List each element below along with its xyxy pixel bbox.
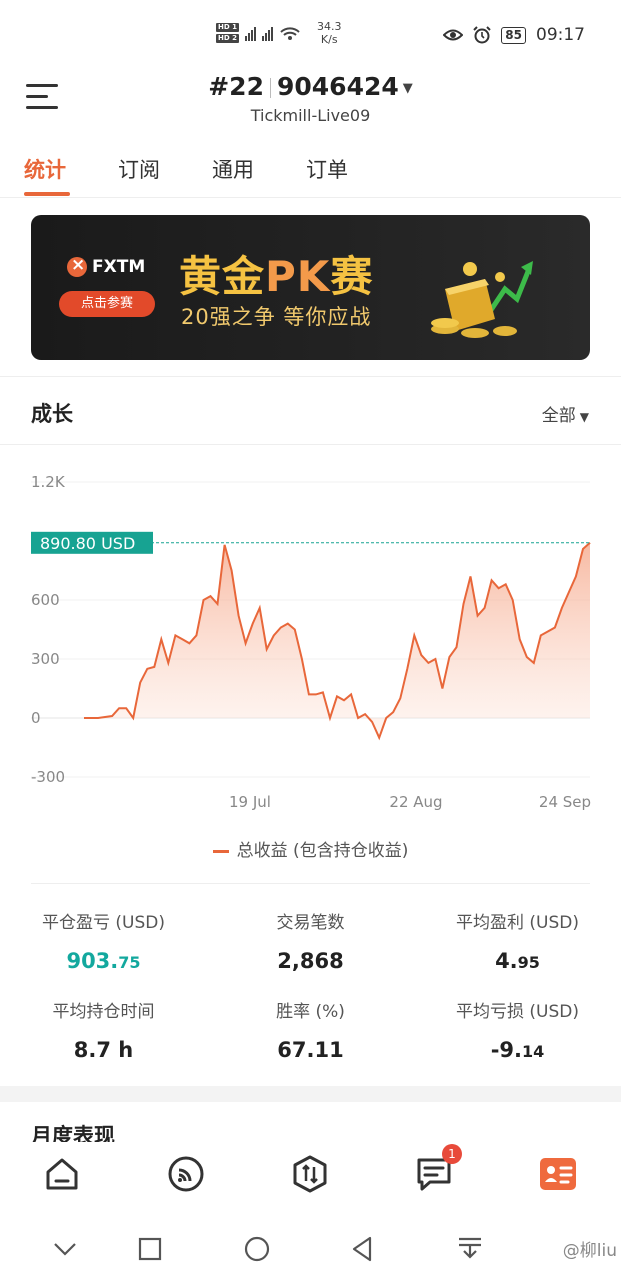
- account-number: 9046424: [276, 72, 399, 101]
- monthly-performance-title: 月度表现: [31, 1124, 115, 1142]
- y-tick-label: 0: [31, 709, 41, 727]
- home-circle-icon[interactable]: [242, 1234, 272, 1264]
- stat-win-rate: 胜率 (%) 67.11: [276, 1002, 345, 1062]
- alarm-icon: [473, 26, 492, 44]
- stat-avg-holding-time: 平均持仓时间 8.7 h: [52, 1002, 155, 1062]
- server-name: Tickmill-Live09: [250, 106, 371, 125]
- account-selector[interactable]: #22 9046424 ▼: [0, 72, 621, 101]
- watermark: @柳liu: [562, 1241, 617, 1261]
- chevron-down-icon: ▼: [579, 410, 589, 424]
- stat-trade-count: 交易笔数 2,868: [276, 913, 345, 973]
- growth-area: [84, 542, 590, 738]
- wifi-icon: [280, 27, 300, 40]
- growth-range-filter[interactable]: 全部 ▼: [542, 401, 589, 426]
- status-bar: HD 1 HD 2 34.3 K/s 85 09:17: [0, 0, 621, 70]
- gold-coins-icon: [431, 261, 533, 338]
- collapse-icon[interactable]: [50, 1234, 80, 1264]
- tab-statistics[interactable]: 统计: [24, 154, 66, 184]
- nav-trade[interactable]: [290, 1154, 330, 1194]
- tab-bar: 统计 订阅 通用 订单: [0, 140, 621, 198]
- banner-subtitle: 20强之争 等你应战: [181, 305, 372, 329]
- current-value-label: 890.80 USD: [40, 534, 135, 553]
- fxtm-logo-icon: [67, 255, 87, 277]
- legend-swatch: [212, 849, 229, 853]
- tab-subscribe[interactable]: 订阅: [118, 154, 160, 184]
- status-left: HD 1 HD 2 34.3 K/s: [216, 20, 341, 46]
- signal-feed-icon: [168, 1156, 204, 1192]
- growth-title: 成长: [31, 402, 73, 426]
- home-icon: [46, 1158, 78, 1190]
- eye-icon: [443, 29, 464, 41]
- hd-icon: HD 1 HD 2: [216, 23, 239, 43]
- profile-card-icon: [540, 1158, 576, 1190]
- notification-shade-icon[interactable]: [455, 1234, 485, 1264]
- app-header: #22 9046424 ▼ Tickmill-Live09: [0, 70, 621, 130]
- stat-avg-loss: 平均亏损 (USD) -9.14: [456, 1002, 579, 1062]
- signal-icon-2: [261, 25, 273, 41]
- nav-home[interactable]: [42, 1154, 82, 1194]
- nav-profile[interactable]: [538, 1154, 578, 1194]
- tab-general[interactable]: 通用: [212, 154, 254, 184]
- active-tab-indicator: [24, 192, 70, 196]
- account-prefix: #22: [208, 72, 264, 101]
- back-icon[interactable]: [348, 1234, 378, 1264]
- promo-banner[interactable]: FXTM 点击参赛 黄金PK赛 20强之争 等你应战: [31, 215, 590, 360]
- system-nav-bar: @柳liu: [0, 1220, 621, 1280]
- y-tick-label: 600: [31, 591, 60, 609]
- status-right: 85 09:17: [443, 25, 585, 45]
- x-tick-label: 24 Sep: [539, 793, 591, 811]
- stat-avg-profit: 平均盈利 (USD) 4.95: [456, 913, 579, 973]
- recents-icon[interactable]: [135, 1234, 165, 1264]
- y-tick-label: -300: [31, 768, 65, 786]
- tab-orders[interactable]: 订单: [306, 154, 348, 184]
- section-separator: [0, 1086, 621, 1102]
- y-tick-label: 300: [31, 650, 60, 668]
- stat-closed-pnl: 平仓盈亏 (USD) 903.75: [42, 913, 165, 973]
- battery-indicator: 85: [501, 26, 526, 44]
- legend-label: 总收益 (包含持仓收益): [236, 841, 409, 861]
- net-speed: 34.3 K/s: [316, 20, 342, 46]
- x-tick-label: 19 Jul: [229, 793, 271, 811]
- account-separator: [269, 78, 271, 98]
- chart-legend[interactable]: 总收益 (包含持仓收益): [0, 836, 621, 861]
- nav-messages[interactable]: 1: [414, 1144, 462, 1194]
- join-contest-button[interactable]: 点击参赛: [59, 291, 155, 317]
- trade-icon: [293, 1155, 327, 1193]
- banner-title: 黄金PK赛: [179, 252, 374, 301]
- fxtm-logo: FXTM: [67, 255, 145, 277]
- y-tick-label: 1.2K: [31, 473, 66, 491]
- growth-chart[interactable]: 1.2K 600 300 0 -300 19 Jul 22 Aug 24 Sep 890.8…: [0, 445, 621, 815]
- nav-signals[interactable]: [166, 1154, 206, 1194]
- x-tick-label: 22 Aug: [389, 793, 442, 811]
- divider: [0, 376, 621, 377]
- divider: [31, 883, 590, 884]
- chevron-down-icon: ▼: [402, 80, 413, 96]
- bottom-nav: 1: [0, 1142, 621, 1220]
- growth-chart-svg: 1.2K 600 300 0 -300 19 Jul 22 Aug 24 Sep 890.8…: [31, 473, 591, 811]
- notification-badge: 1: [442, 1144, 462, 1164]
- clock: 09:17: [536, 25, 585, 45]
- signal-icon: [244, 25, 256, 41]
